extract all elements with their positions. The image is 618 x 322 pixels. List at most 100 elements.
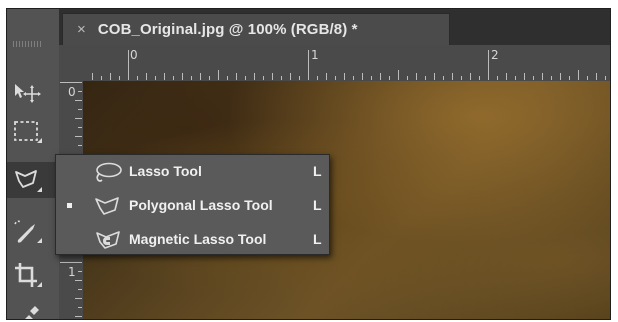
ruler-tick bbox=[227, 76, 228, 80]
ruler-tick bbox=[173, 76, 174, 80]
ruler-tick bbox=[78, 109, 82, 110]
ruler-tick bbox=[146, 73, 147, 80]
ruler-tick bbox=[443, 76, 444, 80]
polygonal-lasso-tool-shortcut: L bbox=[313, 197, 322, 213]
ruler-tick bbox=[515, 76, 516, 80]
ruler-tick bbox=[78, 91, 82, 92]
ruler-tick bbox=[434, 73, 435, 80]
ruler-tick bbox=[200, 73, 201, 80]
ruler-tick bbox=[272, 73, 273, 80]
ruler-tick bbox=[569, 76, 570, 80]
ruler-tick bbox=[92, 73, 93, 80]
ruler-tick bbox=[78, 289, 82, 290]
move-icon bbox=[15, 84, 41, 103]
ruler-tick bbox=[353, 76, 354, 80]
eyedropper-icon bbox=[25, 306, 39, 319]
lasso-tools-flyout: Lasso Tool L Polygonal Lasso Tool L Magn… bbox=[55, 154, 330, 255]
ruler-tick bbox=[497, 76, 498, 80]
tools-panel bbox=[7, 9, 60, 319]
rectangular-marquee-icon bbox=[14, 121, 42, 143]
ruler-tick bbox=[75, 298, 82, 299]
lasso-tool-option[interactable]: Lasso Tool L bbox=[56, 155, 329, 187]
ruler-tick bbox=[362, 73, 363, 80]
magnetic-lasso-tool-option[interactable]: Magnetic Lasso Tool L bbox=[56, 223, 329, 255]
ruler-tick bbox=[101, 76, 102, 80]
ruler-tick bbox=[78, 271, 82, 272]
magnetic-lasso-icon bbox=[96, 231, 120, 249]
ruler-tick bbox=[479, 76, 480, 80]
ruler-origin[interactable] bbox=[59, 45, 84, 82]
ruler-tick bbox=[596, 73, 597, 80]
ruler-tick bbox=[506, 73, 507, 80]
ruler-tick bbox=[75, 316, 82, 317]
ruler-tick bbox=[191, 76, 192, 80]
ruler-tick bbox=[398, 70, 399, 80]
quick-selection-icon bbox=[14, 220, 42, 243]
ruler-tick bbox=[78, 307, 82, 308]
ruler-tick bbox=[461, 76, 462, 80]
ruler-label: 0 bbox=[68, 85, 76, 99]
ruler-tick bbox=[524, 73, 525, 80]
ruler-label: 0 bbox=[130, 48, 138, 62]
magnetic-lasso-tool-shortcut: L bbox=[313, 231, 322, 247]
ruler-tick bbox=[578, 70, 579, 80]
ruler-tick bbox=[389, 76, 390, 80]
ruler-tick bbox=[308, 50, 309, 80]
ruler-tick bbox=[236, 73, 237, 80]
ruler-tick bbox=[317, 76, 318, 80]
eyedropper-tool-button[interactable] bbox=[7, 299, 59, 319]
polygonal-lasso-tool-label: Polygonal Lasso Tool bbox=[129, 197, 273, 213]
lasso-tool-label: Lasso Tool bbox=[129, 163, 202, 179]
ruler-tick bbox=[75, 100, 82, 101]
ruler-tick bbox=[60, 82, 82, 83]
ruler-tick bbox=[326, 73, 327, 80]
polygonal-lasso-tool-option[interactable]: Polygonal Lasso Tool L bbox=[56, 189, 329, 221]
ruler-tick bbox=[281, 76, 282, 80]
ruler-tick bbox=[488, 50, 489, 80]
ruler-tick bbox=[209, 76, 210, 80]
ruler-tick bbox=[425, 76, 426, 80]
ruler-tick bbox=[128, 50, 129, 80]
ruler-tick bbox=[470, 73, 471, 80]
ruler-tick bbox=[380, 73, 381, 80]
magnetic-lasso-tool-label: Magnetic Lasso Tool bbox=[129, 231, 267, 247]
ruler-tick bbox=[78, 145, 82, 146]
ruler-tick bbox=[137, 76, 138, 80]
quick-selection-tool-button[interactable] bbox=[7, 213, 59, 249]
lasso-tool-button[interactable] bbox=[7, 162, 59, 198]
crop-tool-button[interactable] bbox=[7, 257, 59, 293]
ruler-tick bbox=[299, 76, 300, 80]
ruler-tick bbox=[164, 73, 165, 80]
ruler-tick bbox=[371, 76, 372, 80]
ruler-tick bbox=[60, 262, 82, 263]
ruler-tick bbox=[75, 280, 82, 281]
ruler-tick bbox=[407, 76, 408, 80]
ruler-tick bbox=[290, 73, 291, 80]
ruler-tick bbox=[416, 73, 417, 80]
ruler-tick bbox=[75, 136, 82, 137]
ruler-tick bbox=[254, 73, 255, 80]
move-tool-button[interactable] bbox=[7, 73, 59, 109]
lasso-icon bbox=[96, 162, 122, 182]
ruler-tick bbox=[78, 127, 82, 128]
ruler-tick bbox=[182, 73, 183, 80]
document-tab[interactable]: × COB_Original.jpg @ 100% (RGB/8) * bbox=[62, 13, 450, 45]
ruler-tick bbox=[551, 76, 552, 80]
marquee-tool-button[interactable] bbox=[7, 113, 59, 149]
selected-indicator bbox=[67, 202, 72, 208]
ruler-tick bbox=[155, 76, 156, 80]
ruler-tick bbox=[110, 73, 111, 80]
panel-grip[interactable] bbox=[13, 41, 41, 47]
tab-close-button[interactable]: × bbox=[77, 21, 86, 38]
ruler-tick bbox=[335, 76, 336, 80]
ruler-label: 1 bbox=[311, 48, 319, 62]
ruler-tick bbox=[119, 76, 120, 80]
ruler-tick bbox=[452, 73, 453, 80]
ruler-label: 2 bbox=[491, 48, 499, 62]
ruler-tick bbox=[245, 76, 246, 80]
document-tab-title: COB_Original.jpg @ 100% (RGB/8) * bbox=[97, 21, 358, 38]
ruler-tick bbox=[75, 118, 82, 119]
polygonal-lasso-icon bbox=[95, 197, 119, 215]
ruler-tick bbox=[605, 76, 606, 80]
horizontal-ruler[interactable]: 0 1 2 bbox=[83, 45, 610, 82]
